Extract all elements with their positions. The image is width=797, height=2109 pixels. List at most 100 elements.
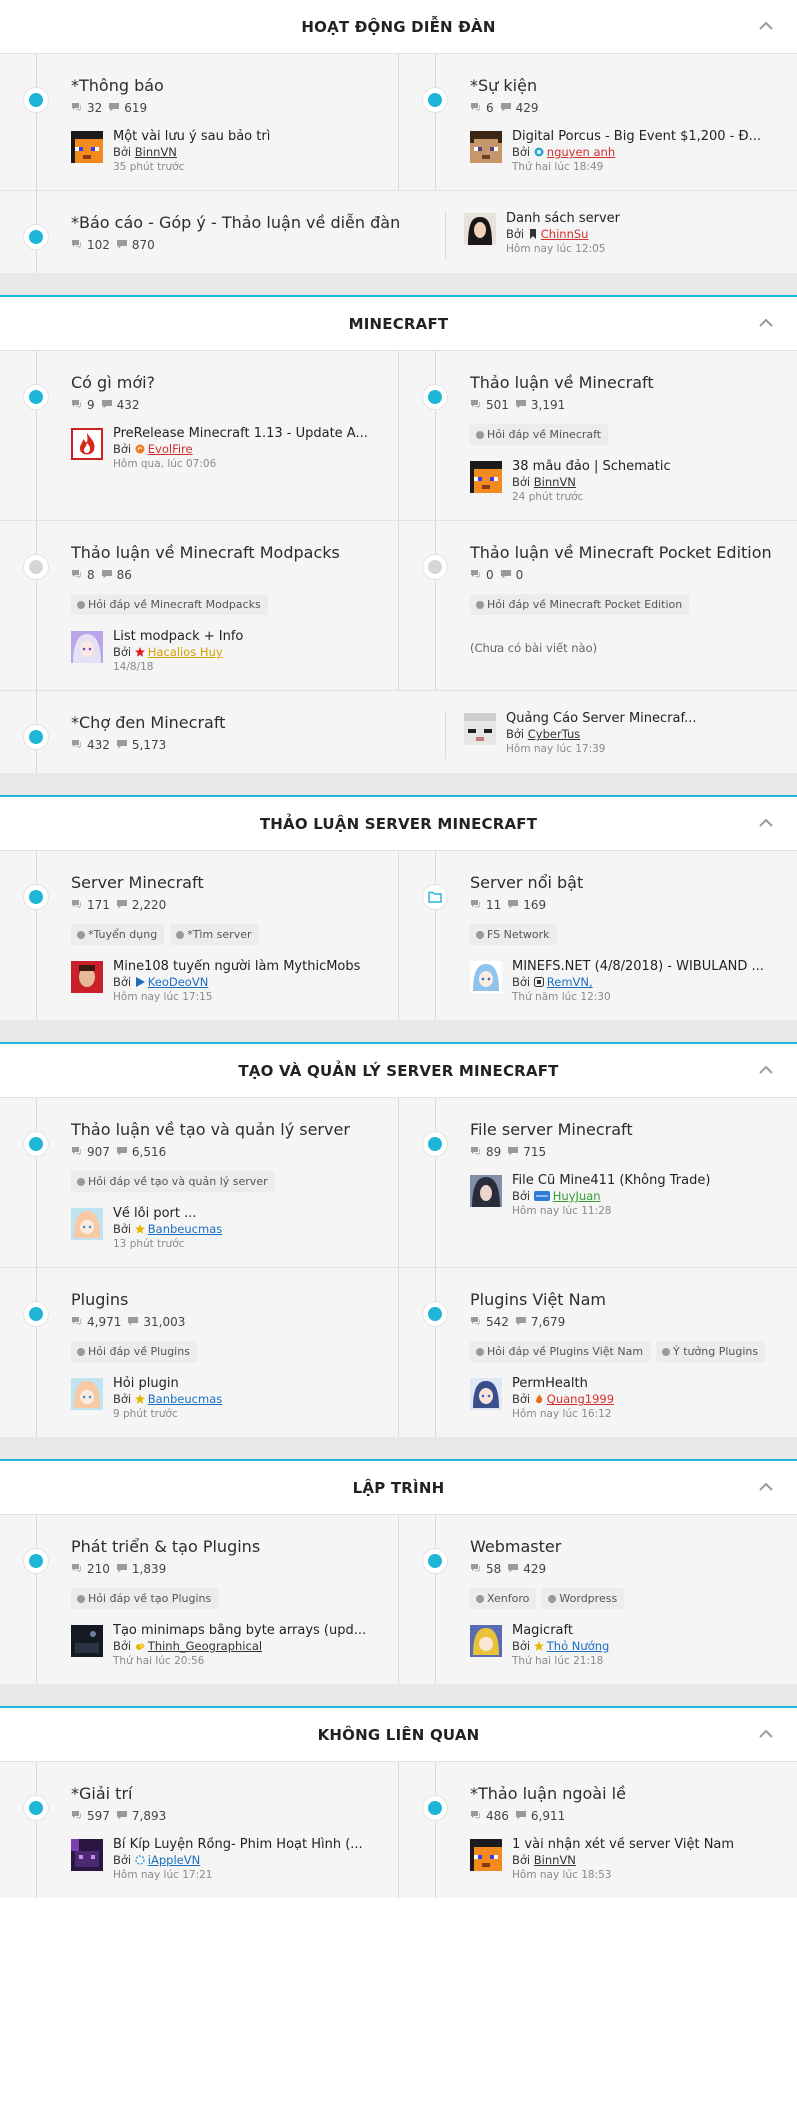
user-avatar[interactable] [470,1175,502,1207]
collapse-chevron-icon[interactable] [757,17,775,35]
last-post-title[interactable]: Hỏi plugin [113,1376,222,1392]
last-post-title[interactable]: Bí Kíp Luyện Rồng- Phim Hoạt Hình (... [113,1837,363,1853]
forum-title-link[interactable]: Server Minecraft [71,873,380,893]
user-avatar[interactable] [470,961,502,993]
collapse-chevron-icon[interactable] [757,1478,775,1496]
subforum-link[interactable]: Hỏi đáp về tạo và quản lý server [71,1171,275,1192]
posts-icon [128,1315,139,1329]
last-post-title[interactable]: 1 vài nhận xét về server Việt Nam [512,1837,734,1853]
last-post-title[interactable]: Magicraft [512,1623,609,1639]
username-link[interactable]: KeoDeoVN [148,975,209,989]
username-link[interactable]: iAppleVN [148,1853,200,1867]
subforum-link[interactable]: *Tuyển dụng [71,924,165,945]
last-post-title[interactable]: Digital Porcus - Big Event $1,200 - Đ... [512,129,761,145]
threads-icon [470,398,481,412]
username-link[interactable]: Banbeucmas [148,1222,222,1236]
forum-title-link[interactable]: Thảo luận về Minecraft Modpacks [71,543,380,563]
username-link[interactable]: RemVN, [547,975,593,989]
threads-icon [470,1809,481,1823]
last-post-title[interactable]: Quảng Cáo Server Minecraf... [506,711,697,727]
user-avatar[interactable] [470,461,502,493]
username-link[interactable]: EvolFire [148,442,193,456]
username-link[interactable]: Hacalios Huy [148,645,223,659]
last-post-title[interactable]: PreRelease Minecraft 1.13 - Update A... [113,426,368,442]
last-post-author: Bởi BinnVN [113,145,270,160]
subforum-link[interactable]: Hỏi đáp về Minecraft [470,424,609,445]
user-avatar[interactable] [71,1625,103,1657]
category-title[interactable]: MINECRAFT [0,297,797,351]
subforum-link[interactable]: Hỏi đáp về Minecraft Modpacks [71,594,268,615]
last-post-title[interactable]: PermHealth [512,1376,614,1392]
user-avatar[interactable] [470,1625,502,1657]
user-avatar[interactable] [470,1378,502,1410]
category-title[interactable]: KHÔNG LIÊN QUAN [0,1708,797,1762]
subforum-link[interactable]: Hỏi đáp về Plugins Việt Nam [470,1341,651,1362]
forum-title-link[interactable]: Server nổi bật [470,873,779,893]
forum-title-link[interactable]: *Báo cáo - Góp ý - Thảo luận về diễn đàn [71,213,405,233]
username-link[interactable]: HuyJuan [553,1189,601,1203]
collapse-chevron-icon[interactable] [757,1061,775,1079]
forum-title-link[interactable]: *Sự kiện [470,76,779,96]
last-post-title[interactable]: Tạo minimaps bằng byte arrays (upd... [113,1623,366,1639]
subforum-link[interactable]: FS Network [470,924,557,945]
last-post-title[interactable]: 38 mẫu đảo | Schematic [512,459,671,475]
user-avatar[interactable] [71,631,103,663]
subforum-link[interactable]: Xenforo [470,1588,537,1609]
forum-title-link[interactable]: Thảo luận về tạo và quản lý server [71,1120,380,1140]
username-link[interactable]: BinnVN [135,145,177,159]
user-avatar[interactable] [71,428,103,460]
forum-page: HOẠT ĐỘNG DIỄN ĐÀN *Thông báo 32 619 Một vài… [0,0,797,2109]
user-avatar[interactable] [71,1208,103,1240]
last-post-title[interactable]: Một vài lưu ý sau bảo trì [113,129,270,145]
subforum-link[interactable]: *Tìm server [170,924,259,945]
username-link[interactable]: Quang1999 [547,1392,614,1406]
collapse-chevron-icon[interactable] [757,1725,775,1743]
forum-title-link[interactable]: *Thảo luận ngoài lề [470,1784,779,1804]
username-link[interactable]: BinnVN [534,475,576,489]
subforum-link[interactable]: Hỏi đáp về tạo Plugins [71,1588,219,1609]
category-title[interactable]: TẠO VÀ QUẢN LÝ SERVER MINECRAFT [0,1044,797,1098]
username-link[interactable]: Thinh_Geographical [148,1639,262,1653]
user-avatar[interactable] [464,713,496,745]
last-post-title[interactable]: Danh sách server [506,211,620,227]
username-link[interactable]: nguyen anh [547,145,615,159]
user-avatar[interactable] [71,1378,103,1410]
category-title[interactable]: LẬP TRÌNH [0,1461,797,1515]
user-avatar[interactable] [71,961,103,993]
last-post-title[interactable]: MINEFS.NET (4/8/2018) - WIBULAND ... [512,959,764,975]
subforum-link[interactable]: Wordpress [542,1588,625,1609]
user-avatar[interactable] [71,1839,103,1871]
last-post-title[interactable]: Mine108 tuyển người làm MythicMobs [113,959,360,975]
username-link[interactable]: ChinnSu [541,227,589,241]
forum-title-link[interactable]: Thảo luận về Minecraft [470,373,779,393]
user-avatar[interactable] [470,131,502,163]
forum-title-link[interactable]: Có gì mới? [71,373,380,393]
subforum-link[interactable]: Hỏi đáp về Minecraft Pocket Edition [470,594,690,615]
username-link[interactable]: Thỏ Nướng [547,1639,610,1653]
forum-title-link[interactable]: *Giải trí [71,1784,380,1804]
forum-title-link[interactable]: File server Minecraft [470,1120,779,1140]
forum-title-link[interactable]: Plugins Việt Nam [470,1290,779,1310]
last-post-time: Thứ hai lúc 18:49 [512,161,604,173]
forum-title-link[interactable]: *Chợ đen Minecraft [71,713,405,733]
forum-title-link[interactable]: *Thông báo [71,76,380,96]
forum-title-link[interactable]: Plugins [71,1290,380,1310]
collapse-chevron-icon[interactable] [757,814,775,832]
user-avatar[interactable] [470,1839,502,1871]
last-post-title[interactable]: List modpack + Info [113,629,243,645]
subforum-link[interactable]: Hỏi đáp về Plugins [71,1341,197,1362]
forum-title-link[interactable]: Phát triển & tạo Plugins [71,1537,380,1557]
category-title[interactable]: THẢO LUẬN SERVER MINECRAFT [0,797,797,851]
category-title[interactable]: HOẠT ĐỘNG DIỄN ĐÀN [0,0,797,54]
last-post-title[interactable]: File Cũ Mine411 (Không Trade) [512,1173,710,1189]
subforum-link[interactable]: Ý tưởng Plugins [656,1341,766,1362]
username-link[interactable]: CyberTus [528,727,581,741]
user-avatar[interactable] [71,131,103,163]
forum-title-link[interactable]: Webmaster [470,1537,779,1557]
username-link[interactable]: BinnVN [534,1853,576,1867]
username-link[interactable]: Banbeucmas [148,1392,222,1406]
user-avatar[interactable] [464,213,496,245]
collapse-chevron-icon[interactable] [757,314,775,332]
last-post-title[interactable]: Về lỗi port ... [113,1206,222,1222]
forum-title-link[interactable]: Thảo luận về Minecraft Pocket Edition [470,543,779,563]
